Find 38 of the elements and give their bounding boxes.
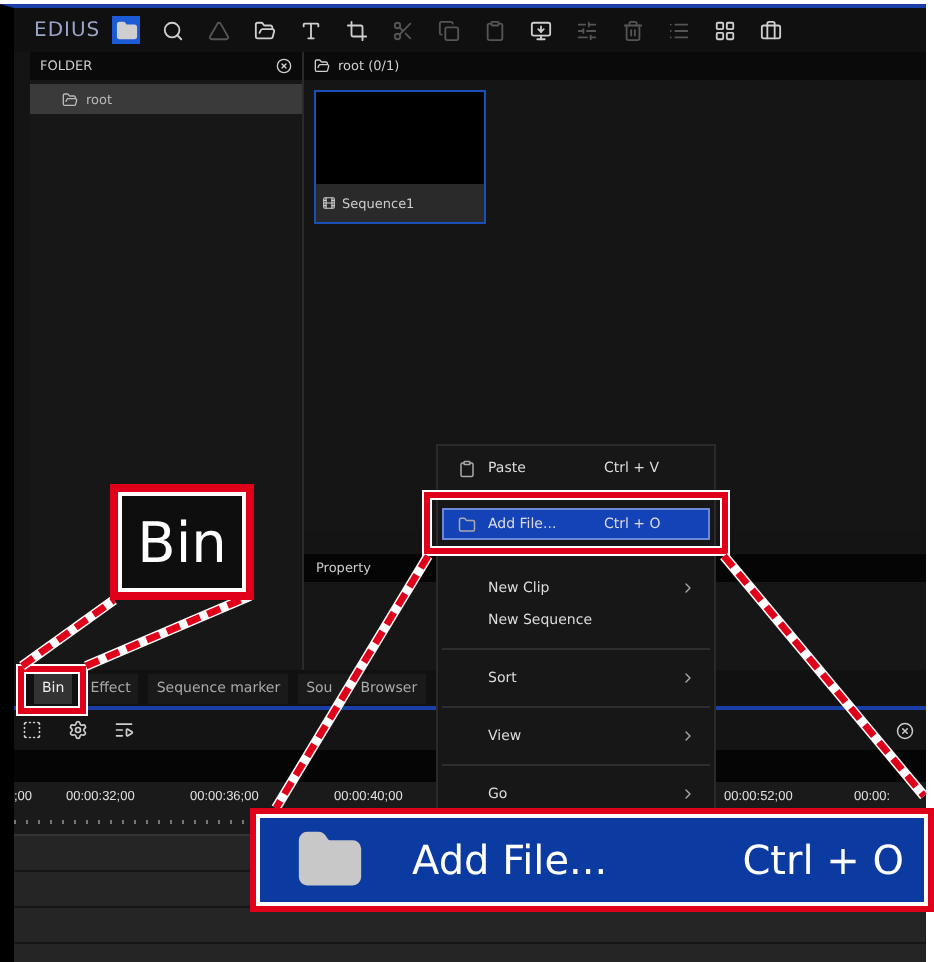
folder-icon [253, 19, 276, 41]
monitor-icon [529, 19, 552, 41]
callout-shortcut: Ctrl + O [742, 836, 904, 884]
folder-icon [457, 515, 475, 533]
toolbar-button[interactable] [526, 16, 555, 44]
close-icon[interactable] [276, 58, 292, 74]
callout-label: Bin [110, 484, 254, 600]
list-icon [114, 720, 134, 740]
cut-icon [391, 19, 414, 41]
trash-icon [621, 19, 644, 41]
clipboard-icon [483, 19, 506, 41]
sequence-icon [322, 196, 336, 210]
toolbar-button[interactable] [18, 716, 46, 744]
folder-icon [115, 19, 138, 41]
app-logo: EDIUS [34, 19, 101, 41]
close-icon[interactable] [896, 721, 914, 739]
toolbar-button[interactable] [710, 16, 739, 44]
toolbar-button[interactable] [158, 16, 187, 44]
toolbar-button[interactable] [342, 16, 371, 44]
folder-icon [62, 91, 78, 107]
square-icon [22, 720, 42, 740]
folder-icon [314, 58, 330, 74]
toolbar-button[interactable] [250, 16, 279, 44]
callout-label: Add File... [412, 836, 608, 884]
grid-icon [713, 19, 736, 41]
toolbar-button[interactable] [756, 16, 785, 44]
search-icon [161, 19, 184, 41]
clipboard-icon [457, 459, 475, 477]
settings-icon [68, 720, 88, 740]
highlight-frame [18, 666, 86, 714]
sliders-icon [575, 19, 598, 41]
triangle-icon [207, 19, 230, 41]
toolbar-button[interactable] [112, 16, 141, 44]
crop-icon [345, 19, 368, 41]
copy-icon [437, 19, 460, 41]
briefcase-icon [759, 19, 782, 41]
toolbar-button[interactable] [64, 716, 92, 744]
text-icon [299, 19, 322, 41]
